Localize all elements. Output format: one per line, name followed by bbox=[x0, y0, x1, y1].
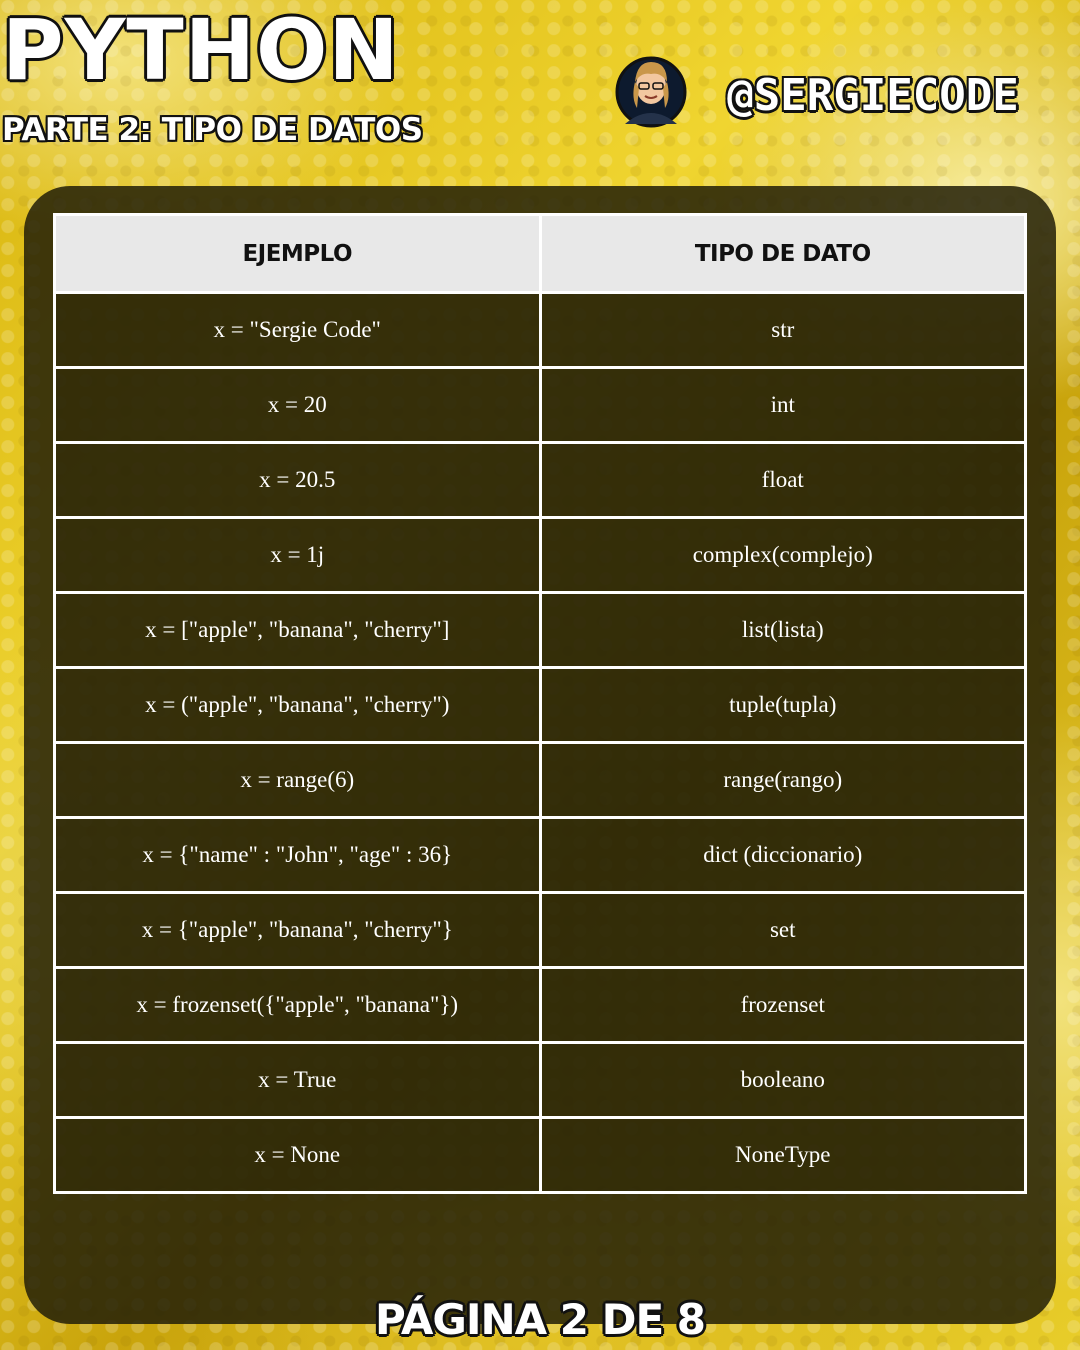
brand-handle: @SERGIECODE bbox=[727, 69, 1019, 121]
page-subtitle: PARTE 2: TIPO DE DATOS bbox=[2, 112, 423, 148]
table-row: x = True booleano bbox=[53, 1041, 1027, 1119]
avatar-icon bbox=[615, 56, 687, 128]
table-header-row: EJEMPLO TIPO DE DATO bbox=[53, 213, 1027, 294]
example-cell: x = 20 bbox=[53, 366, 542, 444]
type-cell: dict (diccionario) bbox=[538, 816, 1027, 894]
type-cell: str bbox=[538, 291, 1027, 369]
table-row: x = None NoneType bbox=[53, 1116, 1027, 1194]
example-cell: x = None bbox=[53, 1116, 542, 1194]
table-row: x = ["apple", "banana", "cherry"] list(l… bbox=[53, 591, 1027, 669]
type-cell: set bbox=[538, 891, 1027, 969]
type-cell: int bbox=[538, 366, 1027, 444]
table-row: x = "Sergie Code" str bbox=[53, 291, 1027, 369]
table-row: x = range(6) range(rango) bbox=[53, 741, 1027, 819]
type-cell: list(lista) bbox=[538, 591, 1027, 669]
table-row: x = 20 int bbox=[53, 366, 1027, 444]
table-row: x = 20.5 float bbox=[53, 441, 1027, 519]
type-cell: complex(complejo) bbox=[538, 516, 1027, 594]
page-indicator: PÁGINA 2 DE 8 bbox=[374, 1295, 706, 1344]
type-cell: range(rango) bbox=[538, 741, 1027, 819]
example-cell: x = 1j bbox=[53, 516, 542, 594]
example-cell: x = 20.5 bbox=[53, 441, 542, 519]
type-cell: float bbox=[538, 441, 1027, 519]
column-header-ejemplo: EJEMPLO bbox=[53, 213, 542, 294]
data-types-table: EJEMPLO TIPO DE DATO x = "Sergie Code" s… bbox=[53, 213, 1027, 1194]
table-row: x = {"name" : "John", "age" : 36} dict (… bbox=[53, 816, 1027, 894]
example-cell: x = {"name" : "John", "age" : 36} bbox=[53, 816, 542, 894]
example-cell: x = {"apple", "banana", "cherry"} bbox=[53, 891, 542, 969]
type-cell: frozenset bbox=[538, 966, 1027, 1044]
example-cell: x = "Sergie Code" bbox=[53, 291, 542, 369]
type-cell: tuple(tupla) bbox=[538, 666, 1027, 744]
example-cell: x = frozenset({"apple", "banana"}) bbox=[53, 966, 542, 1044]
table-row: x = 1j complex(complejo) bbox=[53, 516, 1027, 594]
table-row: x = {"apple", "banana", "cherry"} set bbox=[53, 891, 1027, 969]
type-cell: booleano bbox=[538, 1041, 1027, 1119]
table-row: x = ("apple", "banana", "cherry") tuple(… bbox=[53, 666, 1027, 744]
table-row: x = frozenset({"apple", "banana"}) froze… bbox=[53, 966, 1027, 1044]
example-cell: x = True bbox=[53, 1041, 542, 1119]
page-title: PYTHON bbox=[2, 1, 400, 99]
example-cell: x = range(6) bbox=[53, 741, 542, 819]
example-cell: x = ["apple", "banana", "cherry"] bbox=[53, 591, 542, 669]
column-header-tipo-de-dato: TIPO DE DATO bbox=[538, 213, 1027, 294]
type-cell: NoneType bbox=[538, 1116, 1027, 1194]
example-cell: x = ("apple", "banana", "cherry") bbox=[53, 666, 542, 744]
